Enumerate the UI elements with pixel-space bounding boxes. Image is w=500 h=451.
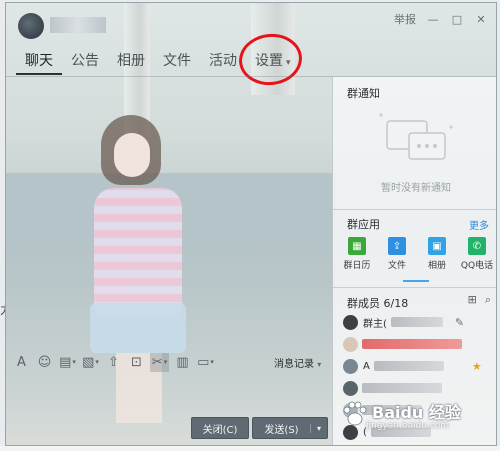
history-label: 消息记录	[274, 359, 314, 370]
empty-notice-text: 暂时没有新通知	[381, 183, 451, 194]
tab-label: 公告	[71, 53, 99, 69]
app-label: QQ电话	[460, 261, 494, 271]
app-calendar[interactable]: ▦ 群日历	[337, 237, 377, 271]
photo-person-skirt	[90, 303, 186, 353]
members-title: 群成员 6/18	[347, 297, 409, 310]
member-name: 群主(	[363, 318, 387, 330]
photo-icon: ▣	[428, 237, 446, 255]
app-label: 相册	[427, 261, 446, 271]
close-button[interactable]: 关闭(C)	[191, 417, 249, 439]
blurred-name	[373, 361, 444, 371]
minimize-button[interactable]: —	[426, 12, 440, 26]
tab-chat[interactable]: 聊天	[16, 49, 62, 75]
member-name: A	[363, 360, 370, 372]
member-row[interactable]	[343, 379, 493, 397]
font-icon[interactable]: A	[12, 353, 31, 372]
photo-person-dress	[94, 188, 182, 318]
emoji-icon[interactable]: ☺	[35, 353, 54, 372]
app-album[interactable]: ▣ 相册	[417, 237, 457, 271]
tab-album[interactable]: 相册	[108, 49, 154, 73]
qq-group-chat-window: 举报 — □ ✕ 聊天 公告 相册 文件 活动 设置 ▾ 群通知 暂时没有新通知 …	[5, 2, 497, 446]
upload-icon[interactable]: ⇧	[104, 353, 123, 372]
member-manage-icon[interactable]: ⊞	[468, 293, 477, 307]
apps-title: 群应用	[347, 218, 380, 231]
background-strip	[0, 446, 500, 451]
member-row[interactable]: A ★	[343, 357, 493, 375]
group-avatar[interactable]	[18, 13, 44, 39]
divider	[333, 287, 496, 288]
screenshot-icon[interactable]: ✂ ▾	[150, 352, 169, 372]
tab-label: 文件	[163, 53, 191, 69]
gift-icon[interactable]: ⊡	[127, 353, 146, 372]
archive-icon[interactable]: ▥	[173, 353, 192, 372]
report-button[interactable]: 举报	[394, 11, 416, 27]
maximize-button[interactable]: □	[450, 12, 464, 26]
watermark-brand: Baidu 经验	[372, 403, 461, 422]
member-row[interactable]	[343, 335, 493, 353]
gif-icon[interactable]: ▤ ▾	[58, 353, 77, 372]
blurred-name	[390, 317, 443, 327]
send-label: 发送(S)	[264, 424, 299, 436]
tab-label: 聊天	[25, 53, 53, 69]
app-label: 群日历	[343, 261, 371, 271]
notice-title: 群通知	[347, 87, 380, 100]
blurred-name	[362, 339, 462, 349]
baidu-watermark: Baidu 经验 jingyan.baidu.com	[336, 399, 486, 439]
right-panel: 群通知 暂时没有新通知 群应用 更多 ▦ 群日历 ⇪ 文件 ▣ 相册 ✆ QQ电…	[332, 77, 496, 445]
edit-icon[interactable]: ✎	[455, 316, 464, 329]
search-icon[interactable]: ⌕	[485, 293, 491, 307]
tab-files[interactable]: 文件	[154, 49, 200, 73]
chevron-down-icon[interactable]: ▾	[310, 423, 327, 433]
group-name-blurred	[50, 17, 106, 33]
member-row[interactable]: 群主( ✎	[343, 313, 493, 331]
avatar	[343, 358, 358, 374]
watermark-url: jingyan.baidu.com	[366, 421, 450, 431]
avatar	[343, 336, 358, 352]
avatar	[343, 380, 358, 396]
message-input[interactable]	[6, 377, 332, 417]
tab-label: 活动	[209, 53, 237, 69]
members-tools: ⊞ ⌕	[468, 293, 491, 307]
more-tools-icon[interactable]: ▭ ▾	[196, 353, 215, 372]
tab-label: 相册	[117, 53, 145, 69]
close-window-button[interactable]: ✕	[474, 12, 488, 26]
apps-more-link[interactable]: 更多	[469, 217, 489, 232]
tab-announcement[interactable]: 公告	[62, 49, 108, 73]
file-upload-icon: ⇪	[388, 237, 406, 255]
empty-notice-icon	[379, 113, 453, 160]
divider	[333, 209, 496, 210]
star-icon: ★	[471, 359, 482, 373]
phone-icon: ✆	[468, 237, 486, 255]
app-label: 文件	[387, 261, 406, 271]
blurred-name	[362, 383, 442, 393]
message-history-button[interactable]: 消息记录 ▾	[274, 355, 321, 370]
image-icon[interactable]: ▧ ▾	[81, 353, 100, 372]
photo-person-face	[114, 133, 150, 177]
window-controls: 举报 — □ ✕	[394, 11, 488, 27]
avatar	[343, 314, 358, 330]
app-files[interactable]: ⇪ 文件	[377, 237, 417, 271]
chevron-down-icon: ▾	[317, 360, 322, 369]
app-qq-call[interactable]: ✆ QQ电话	[457, 237, 496, 271]
apps-pager-indicator	[403, 280, 429, 282]
send-button[interactable]: 发送(S) ▾	[252, 417, 328, 439]
apps-row: ▦ 群日历 ⇪ 文件 ▣ 相册 ✆ QQ电话	[337, 237, 496, 271]
calendar-icon: ▦	[348, 237, 366, 255]
